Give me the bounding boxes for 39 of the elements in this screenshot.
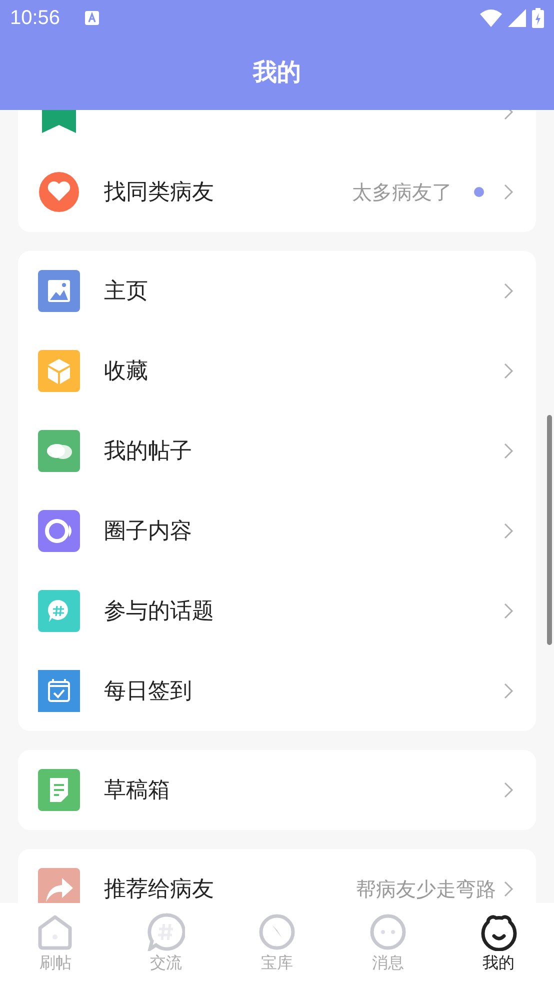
chevron-right-icon [504, 523, 514, 539]
chevron-right-icon [504, 881, 514, 897]
image-icon [38, 270, 80, 312]
menu-item-label[interactable]: 草稿箱 [104, 775, 170, 805]
chevron-right-icon [504, 683, 514, 699]
hashtag-bubble-icon [147, 913, 186, 951]
calendar-icon [38, 670, 80, 712]
document-icon [38, 769, 80, 811]
nav-tab[interactable]: 我的 [443, 903, 554, 984]
chat-bubbles-icon [38, 430, 80, 472]
wifi-icon [480, 9, 502, 27]
menu-item-label[interactable]: 参与的话题 [104, 596, 214, 626]
home-icon [36, 913, 74, 951]
menu-item-label[interactable]: 圈子内容 [104, 516, 192, 546]
chevron-right-icon [504, 363, 514, 379]
battery-icon [532, 8, 544, 28]
compass-icon [258, 913, 296, 951]
menu-item-label[interactable]: 我的帖子 [104, 436, 192, 466]
chevron-right-icon [504, 603, 514, 619]
camera-icon [38, 510, 80, 552]
cube-icon [38, 350, 80, 392]
keyboard-notification-icon [84, 10, 100, 26]
status-time: 10:56 [10, 6, 60, 30]
smiley-face-icon [480, 913, 518, 951]
menu-item-label[interactable]: 每日签到 [104, 676, 192, 706]
menu-item-label[interactable]: 主页 [104, 276, 148, 306]
message-face-icon [368, 913, 407, 951]
hashtag-bubble-icon [38, 590, 80, 632]
signal-icon [508, 9, 526, 27]
menu-item-label[interactable]: 推荐给病友 [104, 874, 214, 903]
chevron-right-icon [504, 283, 514, 299]
chevron-right-icon [504, 782, 514, 798]
menu-item-hint: 帮病友少走弯路 [356, 876, 496, 902]
menu-item-label[interactable]: 收藏 [104, 356, 148, 386]
chevron-right-icon [504, 184, 514, 200]
menu-item-label[interactable]: 找同类病友 [104, 177, 214, 207]
menu-item-hint: 太多病友了 [352, 178, 452, 206]
chevron-right-icon [504, 443, 514, 459]
page-title: 我的 [252, 57, 302, 88]
